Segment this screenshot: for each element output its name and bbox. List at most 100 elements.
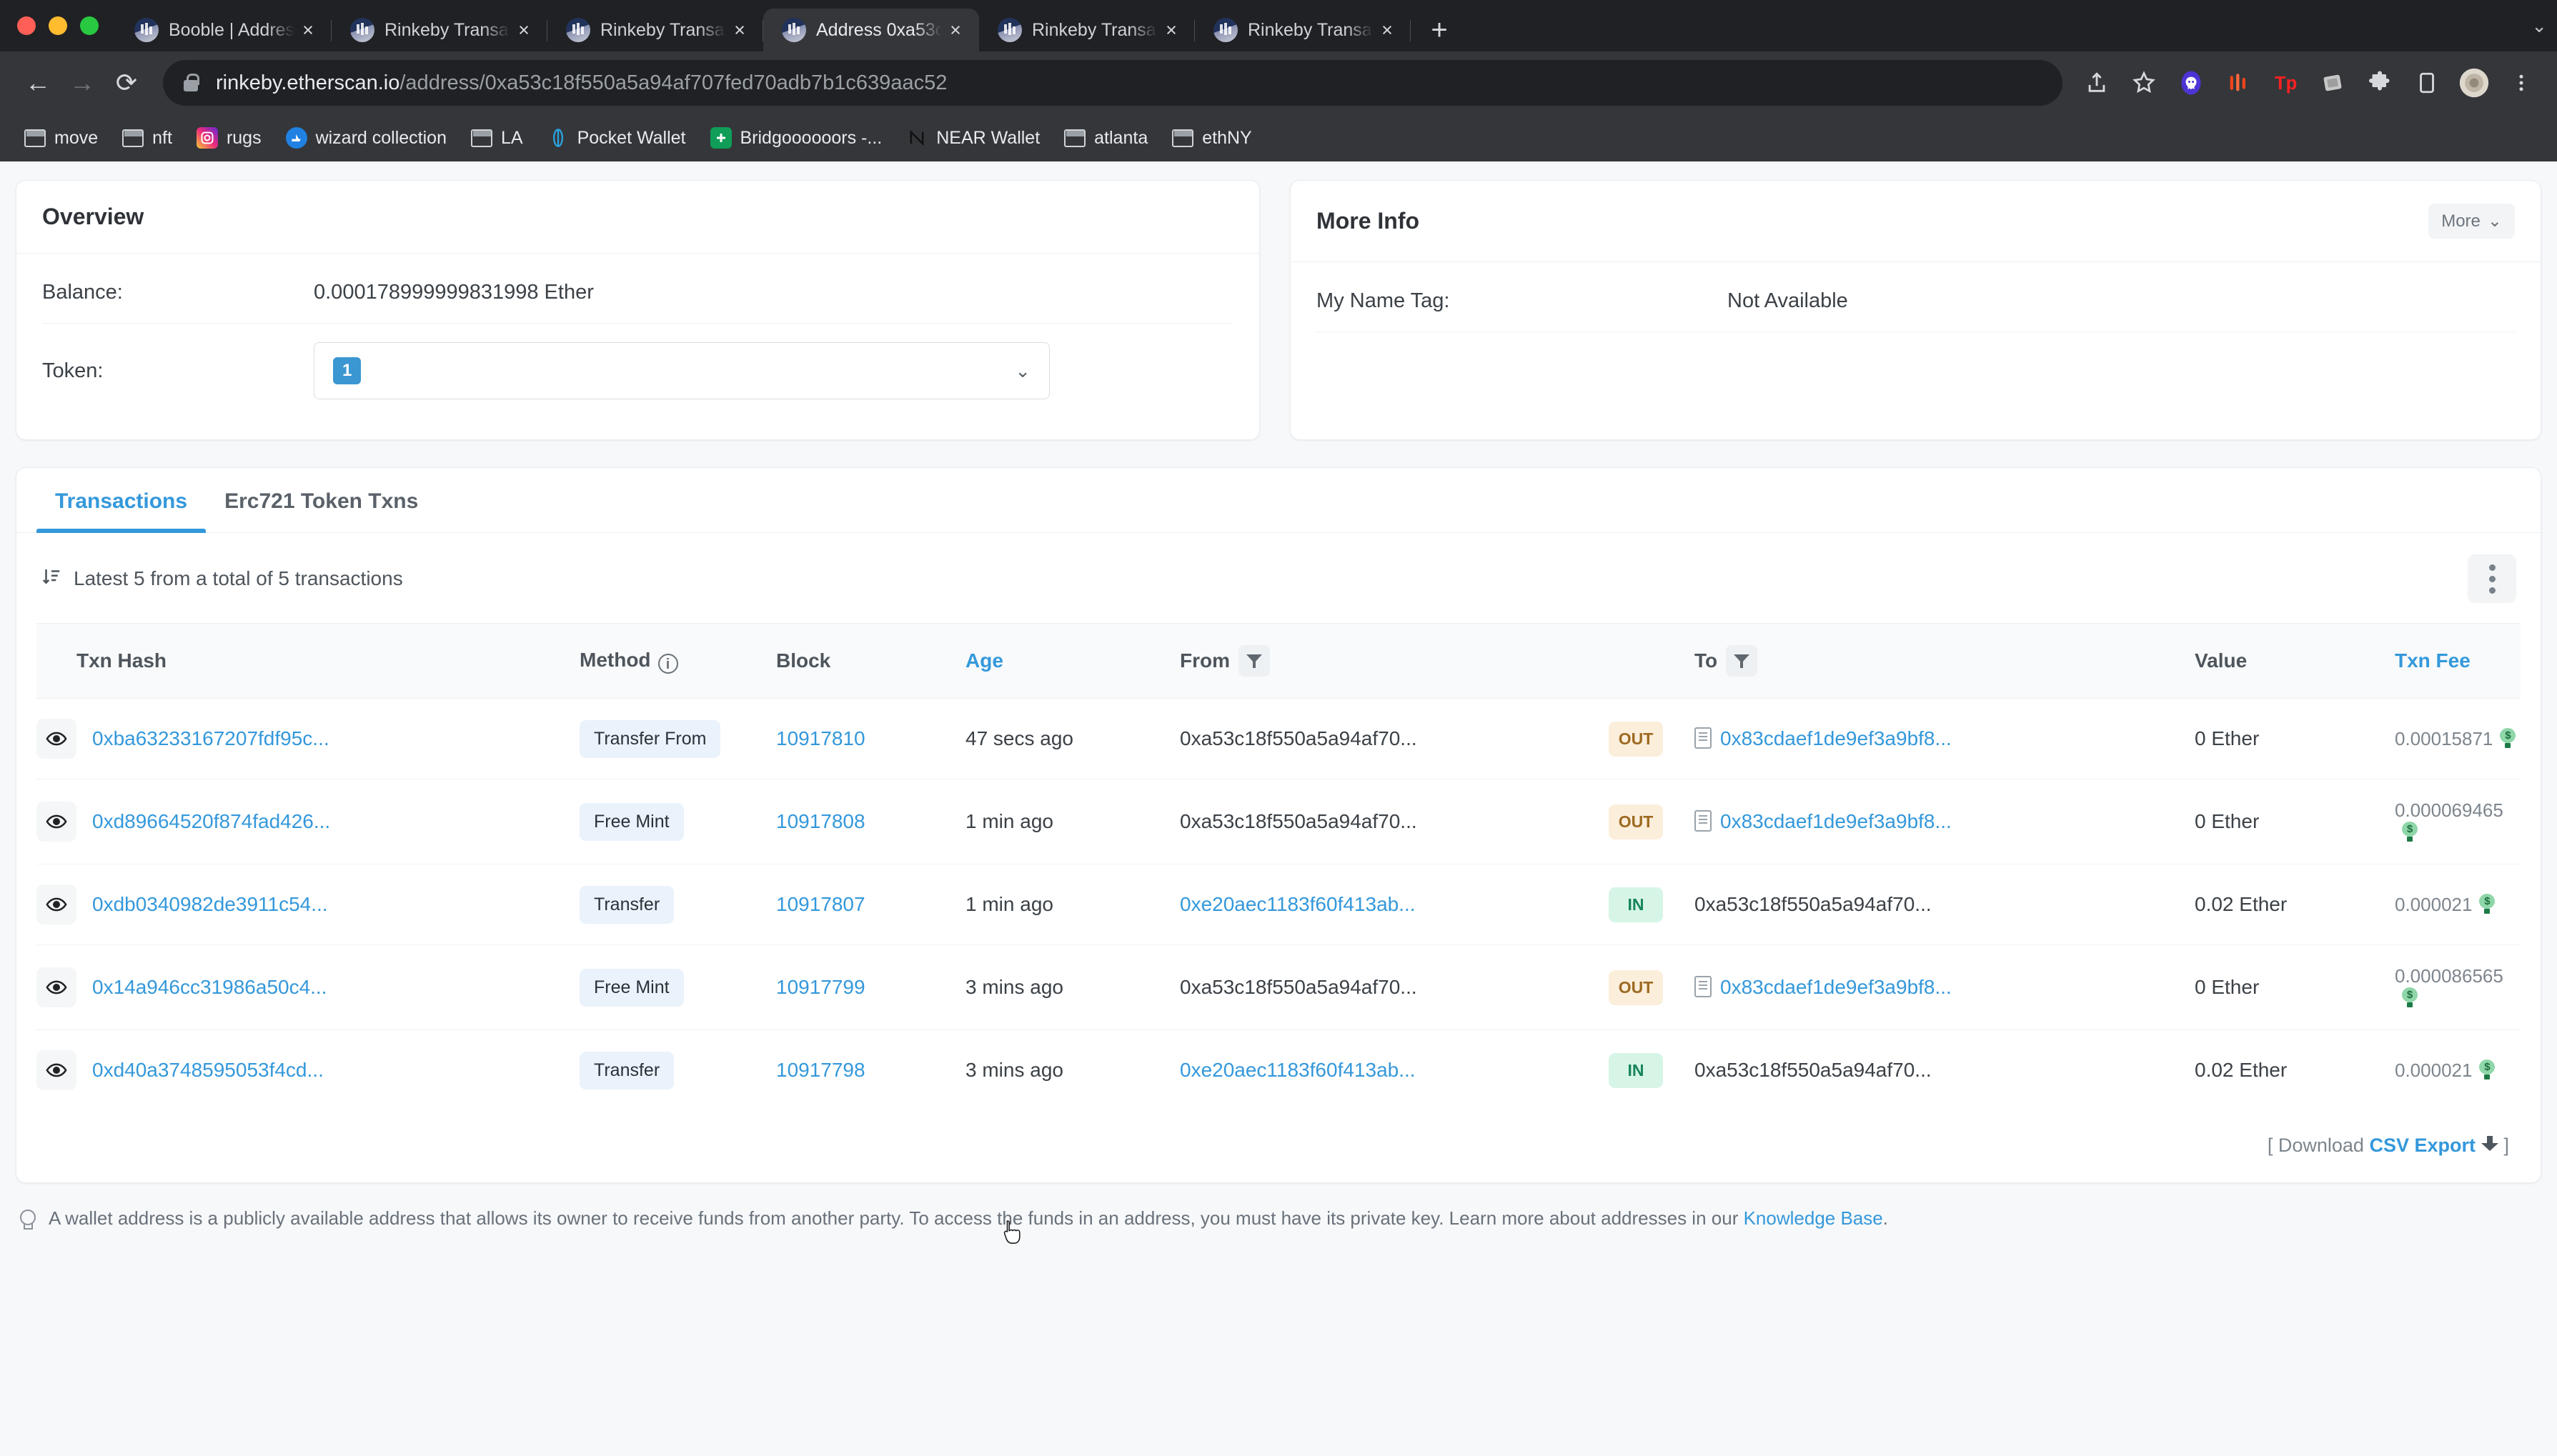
txn-hash-link[interactable]: 0xd89664520f874fad426... (92, 810, 330, 833)
profile-avatar[interactable] (2454, 63, 2494, 103)
bookmark-atlanta[interactable]: atlanta (1054, 119, 1158, 156)
block-link[interactable]: 10917807 (776, 893, 865, 915)
reload-button[interactable]: ⟳ (104, 61, 149, 105)
close-window-button[interactable] (17, 16, 36, 35)
download-icon[interactable] (2481, 1136, 2498, 1155)
url-domain: rinkeby.etherscan.io (216, 71, 400, 94)
new-tab-button[interactable]: + (1418, 9, 1461, 51)
ghost-extension-icon[interactable] (2171, 63, 2211, 103)
table-row: 0xd40a3748595053f4cd... Transfer 1091779… (36, 1030, 2521, 1111)
cell-direction: IN (1609, 864, 1694, 945)
preview-eye-icon[interactable] (36, 1050, 76, 1090)
cell-age: 3 mins ago (965, 944, 1180, 1030)
close-tab-icon[interactable]: × (510, 16, 537, 44)
browser-tab-6[interactable]: Rinkeby Transaction Ha × (1195, 9, 1411, 51)
close-tab-icon[interactable]: × (294, 16, 322, 44)
browser-tab-2[interactable]: Rinkeby Transaction Ha × (332, 9, 547, 51)
preview-eye-icon[interactable] (36, 967, 76, 1007)
etherscan-favicon (566, 18, 590, 42)
back-button[interactable]: ← (16, 61, 60, 105)
bookmark-near-wallet[interactable]: NEAR Wallet (896, 119, 1050, 156)
block-link[interactable]: 10917810 (776, 727, 865, 749)
browser-tab-3[interactable]: Rinkeby Transaction Ha × (547, 9, 763, 51)
etherscan-favicon (350, 18, 374, 42)
preview-eye-icon[interactable] (36, 884, 76, 924)
tab-list-dropdown-icon[interactable]: ⌄ (2531, 0, 2557, 51)
col-age[interactable]: Age (965, 623, 1180, 699)
filter-funnel-icon[interactable] (1238, 645, 1270, 677)
maximize-window-button[interactable] (80, 16, 99, 35)
cell-to: 0x83cdaef1de9ef3a9bf8... (1694, 779, 2195, 864)
preview-eye-icon[interactable] (36, 802, 76, 842)
more-info-card: More Info More ⌄ My Name Tag: Not Availa… (1290, 180, 2541, 440)
txn-hash-link[interactable]: 0x14a946cc31986a50c4... (92, 976, 327, 999)
txn-fee-value: 0.000021 (2395, 893, 2473, 915)
folder-icon (1172, 129, 1194, 147)
browser-tab-4-active[interactable]: Address 0xa53c18f550 × (763, 9, 979, 51)
preview-eye-icon[interactable] (36, 719, 76, 759)
token-select[interactable]: 1 ⌄ (314, 342, 1050, 399)
info-icon[interactable]: i (657, 653, 678, 674)
from-address-link[interactable]: 0xe20aec1183f60f413ab... (1180, 1059, 1416, 1081)
transactions-table-head: Txn Hash Method i Block Age From To Value… (36, 623, 2521, 699)
bookmark-ethny[interactable]: ethNY (1162, 119, 1261, 156)
minimize-window-button[interactable] (49, 16, 67, 35)
more-options-icon[interactable] (2468, 554, 2516, 603)
transactions-tabbar: Transactions Erc721 Token Txns (16, 468, 2541, 533)
cell-to: 0x83cdaef1de9ef3a9bf8... (1694, 698, 2195, 779)
browser-tab-1[interactable]: Booble | Address 0x83c × (116, 9, 332, 51)
method-badge: Transfer From (580, 719, 721, 758)
address-bar[interactable]: rinkeby.etherscan.io/address/0xa53c18f55… (163, 60, 2062, 106)
txn-hash-link[interactable]: 0xdb0340982de3911c54... (92, 893, 328, 916)
bookmark-bridgoooooors[interactable]: Bridgoooooors -... (700, 119, 893, 156)
browser-tab-5[interactable]: Rinkeby Transaction Ha × (979, 9, 1195, 51)
block-link[interactable]: 10917808 (776, 810, 865, 832)
close-tab-icon[interactable]: × (942, 16, 969, 44)
to-address-link[interactable]: 0x83cdaef1de9ef3a9bf8... (1720, 727, 1952, 749)
gas-price-icon (2402, 987, 2418, 1007)
to-address-link[interactable]: 0x83cdaef1de9ef3a9bf8... (1720, 810, 1952, 832)
more-button[interactable]: More ⌄ (2428, 204, 2515, 239)
cell-txn-hash: 0xd40a3748595053f4cd... (36, 1030, 580, 1111)
csv-export-link[interactable]: CSV Export (2369, 1135, 2476, 1156)
close-tab-icon[interactable]: × (1374, 16, 1401, 44)
transactions-table: Txn Hash Method i Block Age From To Value… (36, 623, 2521, 1110)
bookmark-wizard-collection[interactable]: wizard collection (276, 119, 457, 156)
bookmark-rugs[interactable]: rugs (187, 119, 272, 156)
to-address-link[interactable]: 0x83cdaef1de9ef3a9bf8... (1720, 976, 1952, 998)
lightbulb-icon (17, 1208, 37, 1230)
filter-funnel-icon[interactable] (1726, 645, 1758, 677)
bookmark-move[interactable]: move (14, 119, 108, 156)
wallet-extension-icon[interactable] (2313, 63, 2353, 103)
from-address-link[interactable]: 0xe20aec1183f60f413ab... (1180, 893, 1416, 915)
more-info-card-header: More Info More ⌄ (1291, 181, 2541, 262)
bookmark-la[interactable]: LA (461, 119, 533, 156)
forward-button[interactable]: → (60, 61, 104, 105)
bars-extension-icon[interactable] (2218, 63, 2258, 103)
cell-method: Free Mint (580, 779, 776, 864)
close-tab-icon[interactable]: × (726, 16, 753, 44)
close-tab-icon[interactable]: × (1158, 16, 1185, 44)
tab-title: Booble | Address 0x83c (169, 19, 294, 40)
side-panel-icon[interactable] (2407, 63, 2447, 103)
etherscan-favicon (782, 18, 806, 42)
tab-transactions[interactable]: Transactions (36, 468, 207, 533)
bookmark-pocket-wallet[interactable]: Pocket Wallet (537, 119, 696, 156)
tab-erc721-token-txns[interactable]: Erc721 Token Txns (206, 468, 437, 532)
contract-doc-icon (1694, 810, 1712, 832)
block-link[interactable]: 10917798 (776, 1059, 865, 1081)
share-icon[interactable] (2077, 63, 2117, 103)
svg-text:Tp: Tp (2275, 74, 2297, 94)
txn-hash-link[interactable]: 0xd40a3748595053f4cd... (92, 1059, 324, 1082)
chrome-menu-icon[interactable] (2501, 63, 2541, 103)
col-txn-fee[interactable]: Txn Fee (2395, 623, 2521, 699)
bookmark-label: Pocket Wallet (577, 127, 686, 148)
txn-hash-link[interactable]: 0xba63233167207fdf95c... (92, 727, 329, 750)
puzzle-extensions-icon[interactable] (2360, 63, 2400, 103)
block-link[interactable]: 10917799 (776, 976, 865, 998)
bookmark-star-icon[interactable] (2124, 63, 2164, 103)
col-from-label: From (1180, 649, 1230, 672)
tp-extension-icon[interactable]: Tp (2265, 63, 2305, 103)
bookmark-nft[interactable]: nft (112, 119, 182, 156)
knowledge-base-link[interactable]: Knowledge Base (1744, 1207, 1883, 1229)
